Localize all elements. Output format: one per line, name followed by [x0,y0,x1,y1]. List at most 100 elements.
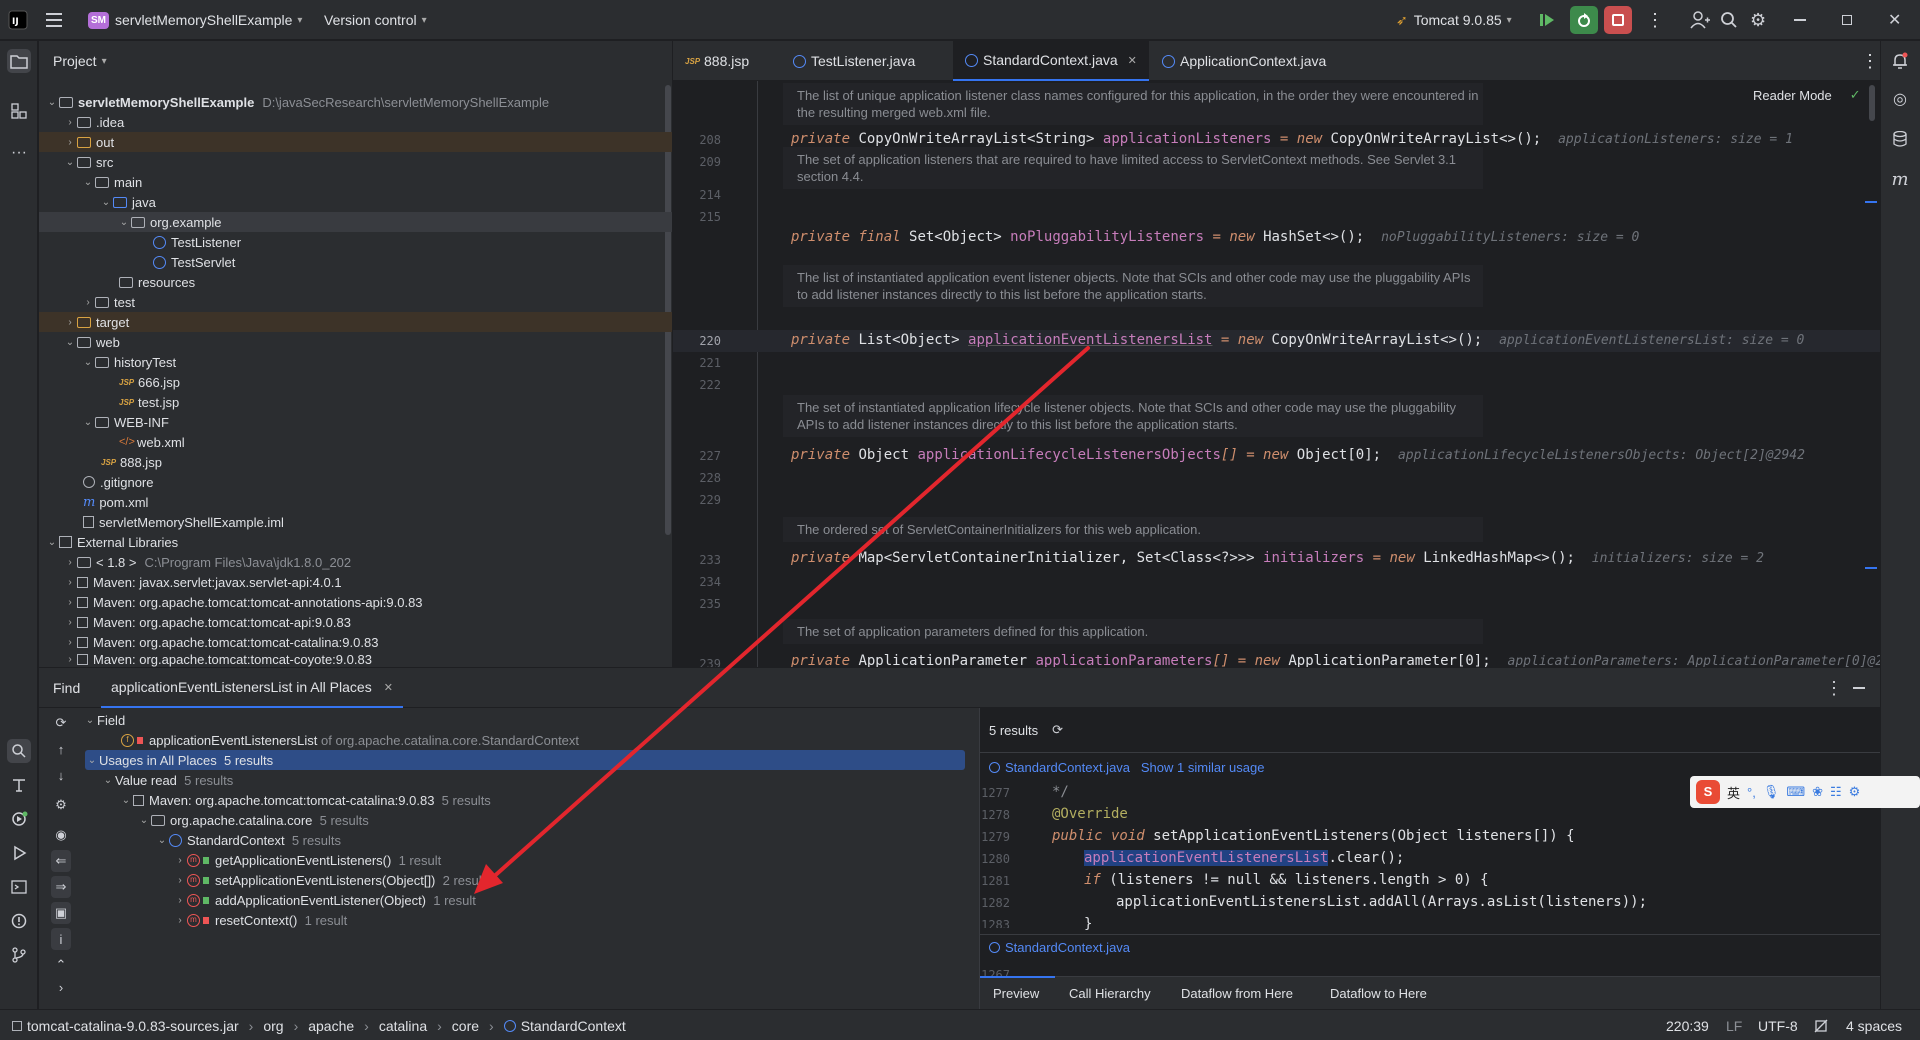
tree-row-888-jsp[interactable]: JSP 888.jsp [39,452,672,472]
tree-row-maven-4[interactable]: › Maven: org.apache.tomcat:tomcat-catalin… [39,632,672,652]
file-link[interactable]: StandardContext.java [1005,940,1130,955]
tree-node-class[interactable]: ⌄ StandardContext 5 results [155,830,341,850]
restore-icon[interactable] [1842,0,1852,40]
project-tool-icon[interactable] [7,49,31,73]
tree-node-method-2[interactable]: › m setApplicationEventListeners(Object[])… [173,870,491,890]
tab-testlistener[interactable]: TestListener.java [781,41,927,81]
punctuation-icon[interactable]: °, [1747,785,1756,800]
tab-standardcontext[interactable]: StandardContext.java ✕ [953,41,1149,81]
read-only-icon[interactable] [1814,1010,1828,1040]
terminal-tool-icon[interactable] [7,875,31,899]
project-panel-header[interactable]: Project ▾ [53,41,107,81]
arrow-down-icon[interactable]: ↓ [49,764,73,786]
tree-row-target[interactable]: › target [39,312,672,332]
tree-row-jdk[interactable]: › < 1.8 > C:\Program Files\Java\jdk1.8.0_2… [39,552,672,572]
close-icon[interactable]: ✕ [1888,0,1901,40]
tree-row-gitignore[interactable]: .gitignore [39,472,672,492]
write-access-icon[interactable]: ⇒ [51,876,71,898]
usage-file-header[interactable]: StandardContext.java Show 1 similar usag… [989,760,1264,775]
resume-icon[interactable] [1538,0,1556,40]
tree-row-external-libraries[interactable]: ⌄ External Libraries [39,532,672,552]
expand-all-icon[interactable]: ⌃ [49,954,73,976]
tree-node-field[interactable]: ⌄ Field [83,710,125,730]
tree-node-value-read[interactable]: ⌄ Value read 5 results [101,770,234,790]
skin-icon[interactable]: ❀ [1812,784,1823,800]
find-result-tab[interactable]: applicationEventListenersList in All Pla… [101,668,403,708]
stop-button[interactable] [1604,0,1632,40]
ime-language[interactable]: 英 [1727,783,1740,802]
tree-row-testservlet[interactable]: TestServlet [39,252,672,272]
rerun-button[interactable] [1570,0,1598,40]
preview-icon[interactable]: ◉ [49,824,73,846]
tree-row-maven-5[interactable]: › Maven: org.apache.tomcat:tomcat-coyote:… [39,652,672,667]
info-icon[interactable]: i [51,928,71,950]
line-separator[interactable]: LF [1726,1010,1742,1040]
code-editor[interactable]: Reader Mode ✓ The list of unique applicat… [673,81,1880,667]
tree-row-666-jsp[interactable]: JSP 666.jsp [39,372,672,392]
app-logo-icon[interactable]: IJ [8,0,28,40]
tree-row-maven-1[interactable]: › Maven: javax.servlet:javax.servlet-api:… [39,572,672,592]
tree-row-main[interactable]: ⌄ main [39,172,672,192]
collapse-all-icon[interactable]: › [49,976,73,998]
run-tool-icon[interactable] [7,841,31,865]
breadcrumb-item[interactable]: org [263,1018,283,1034]
breadcrumb-item[interactable]: StandardContext [521,1018,626,1034]
caret-position[interactable]: 220:39 [1666,1010,1709,1040]
add-user-icon[interactable] [1690,0,1710,40]
build-tool-icon[interactable] [7,773,31,797]
tree-node-method-4[interactable]: › m resetContext() 1 result [173,910,347,930]
vcs-selector[interactable]: Version control ▾ [324,0,427,40]
close-icon[interactable]: ✕ [1128,54,1137,67]
project-selector[interactable]: SM servletMemoryShellExample ▾ [88,0,302,40]
breadcrumb-item[interactable]: core [452,1018,479,1034]
problems-tool-icon[interactable] [7,909,31,933]
more-tabs-icon[interactable]: ⋮ [1849,41,1891,81]
more-actions-icon[interactable]: ⋮ [1825,668,1843,708]
ime-toolbar[interactable]: S 英 °, 🎙 ⌨ ❀ ☷ ⚙ [1690,776,1920,808]
git-tool-icon[interactable] [7,943,31,967]
minimize-icon[interactable] [1794,0,1806,40]
gear-icon[interactable]: ⚙ [49,794,73,816]
tree-row-historytest[interactable]: ⌄ historyTest [39,352,672,372]
database-icon[interactable] [1888,127,1912,151]
tree-row-idea[interactable]: › .idea [39,112,672,132]
tree-row-web-xml[interactable]: </> web.xml [39,432,672,452]
tree-node-method-3[interactable]: › m addApplicationEventListener(Object) 1 … [173,890,476,910]
tab-888-jsp[interactable]: JSP 888.jsp [673,41,761,81]
read-access-icon[interactable]: ⇐ [51,850,71,872]
tree-row-web-inf[interactable]: ⌄ WEB-INF [39,412,672,432]
refresh-icon[interactable]: ⟳ [1052,722,1063,738]
tree-row-root[interactable]: ⌄ servletMemoryShellExample D:\javaSecRese… [39,92,672,112]
tree-row-iml[interactable]: servletMemoryShellExample.iml [39,512,672,532]
indent-setting[interactable]: 4 spaces [1846,1010,1902,1040]
ai-assistant-icon[interactable]: ◎ [1888,87,1912,111]
tree-row-out[interactable]: › out [39,132,672,152]
tree-row-resources[interactable]: resources [39,272,672,292]
breadcrumb-item[interactable]: apache [308,1018,354,1034]
notifications-icon[interactable] [1888,49,1912,73]
settings-icon[interactable]: ⚙ [1849,784,1861,800]
tab-call-hierarchy[interactable]: Call Hierarchy [1069,977,1151,1009]
usage-file-header[interactable]: StandardContext.java [989,940,1130,955]
group-by-file-icon[interactable]: ▣ [51,902,71,924]
close-icon[interactable]: ✕ [384,681,393,694]
editor-scrollbar[interactable] [1869,85,1875,121]
rerun-find-icon[interactable]: ⟳ [49,712,73,734]
find-tool-icon[interactable] [7,739,31,763]
breadcrumb-item[interactable]: catalina [379,1018,427,1034]
run-config-selector[interactable]: ➶ Tomcat 9.0.85 ▾ [1396,0,1512,40]
tree-row-src[interactable]: ⌄ src [39,152,672,172]
tree-node-method-1[interactable]: › m getApplicationEventListeners() 1 resul… [173,850,441,870]
tree-node-maven[interactable]: ⌄ Maven: org.apache.tomcat:tomcat-catalin… [119,790,491,810]
show-similar-link[interactable]: Show 1 similar usage [1141,760,1265,775]
arrow-up-icon[interactable]: ↑ [49,738,73,760]
tab-applicationcontext[interactable]: ApplicationContext.java [1150,41,1338,81]
tab-preview[interactable]: Preview [993,977,1039,1009]
tree-row-pom-xml[interactable]: m pom.xml [39,492,672,512]
reader-mode-toggle[interactable]: Reader Mode ✓ [1753,85,1861,105]
tools-icon[interactable]: ☷ [1830,784,1842,800]
keyboard-icon[interactable]: ⌨ [1786,784,1805,800]
tree-node-field-item[interactable]: f applicationEventListenersList of org.ap… [121,730,579,750]
more-tools-icon[interactable]: ··· [7,141,31,165]
more-actions-icon[interactable]: ⋮ [1646,0,1664,40]
